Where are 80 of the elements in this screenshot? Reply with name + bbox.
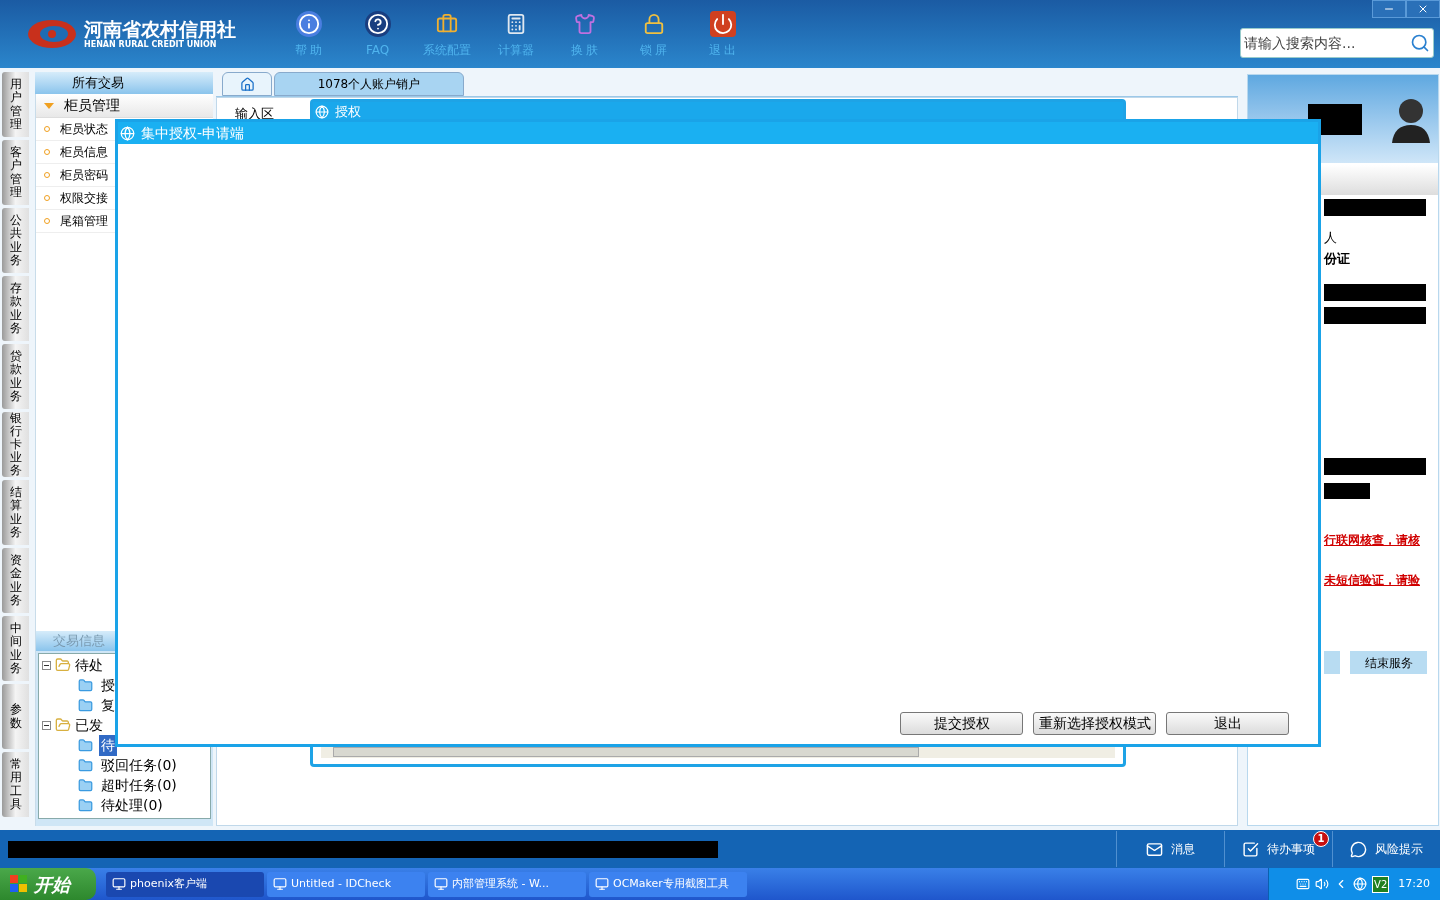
info-icon: [295, 11, 322, 37]
side-tab[interactable]: 资金业务: [2, 548, 29, 613]
side-tab[interactable]: 结算业务: [2, 480, 29, 545]
folder-icon: [78, 677, 93, 693]
collapse-icon[interactable]: [42, 720, 51, 730]
dialog-title: 集中授权-申请端: [141, 123, 245, 143]
power-icon: [709, 11, 736, 37]
search-field[interactable]: 请输入搜索内容...: [1240, 28, 1434, 58]
folder-icon: [78, 797, 93, 813]
page-tab[interactable]: 1078个人账户销户: [274, 72, 464, 96]
folder-icon: [78, 697, 93, 713]
tree-item[interactable]: 待处理(0): [99, 794, 165, 816]
tree-item[interactable]: 驳回任务(0): [99, 754, 179, 776]
end-service-button[interactable]: 结束服务: [1350, 651, 1427, 674]
trade-info-title: 交易信息: [53, 632, 105, 651]
app-icon: [120, 125, 135, 141]
customer-type: 人: [1324, 229, 1338, 247]
warning-link[interactable]: 未短信验证，请验: [1324, 571, 1438, 589]
close-icon: [1417, 3, 1429, 15]
mail-icon: [1146, 840, 1163, 858]
tree-item[interactable]: 待处: [75, 654, 103, 676]
window-icon: [112, 877, 126, 891]
dialog-button[interactable]: 提交授权: [900, 712, 1023, 735]
side-tab[interactable]: 存款业务: [2, 276, 29, 341]
side-tab[interactable]: 贷款业务: [2, 344, 29, 409]
windows-logo-icon: [10, 875, 28, 893]
folder-icon: [55, 657, 71, 673]
dialog-button[interactable]: 退出: [1166, 712, 1289, 735]
taskbar-button[interactable]: Untitled - IDCheck: [267, 871, 425, 897]
tree-item[interactable]: 授: [99, 674, 117, 696]
folder-icon: [78, 777, 93, 793]
dialog-button[interactable]: 重新选择授权模式: [1033, 712, 1156, 735]
id-type: 份证: [1324, 250, 1351, 268]
minimize-button[interactable]: [1372, 0, 1406, 18]
warning-link[interactable]: 行联网核查，请核: [1324, 531, 1438, 549]
window-title: 授权: [335, 103, 361, 122]
side-tab[interactable]: 用户管理: [2, 72, 29, 137]
notification-badge: 1: [1313, 831, 1329, 847]
tray-badge[interactable]: V2: [1372, 875, 1390, 893]
side-tab[interactable]: 客户管理: [2, 140, 29, 205]
logo-icon: [26, 17, 78, 51]
taskbar-button[interactable]: OCMaker专用截图工具: [589, 871, 747, 897]
folder-icon: [78, 737, 93, 753]
logo-subtitle: HENAN RURAL CREDIT UNION: [84, 40, 218, 50]
group-header[interactable]: 柜员管理: [36, 94, 213, 118]
status-button[interactable]: 风险提示: [1332, 831, 1440, 867]
taskbar-button[interactable]: phoenix客户端: [106, 871, 264, 897]
start-button[interactable]: 开始: [0, 868, 96, 900]
side-tab[interactable]: 常用工具: [2, 752, 29, 817]
window-icon: [434, 877, 448, 891]
logo-title: 河南省农村信用社: [84, 18, 236, 40]
folder-icon: [78, 757, 93, 773]
home-icon: [239, 76, 255, 92]
status-button[interactable]: 待办事项 1: [1224, 831, 1332, 867]
window-icon: [595, 877, 609, 891]
home-tab[interactable]: [222, 72, 272, 96]
tree-item[interactable]: 复: [99, 694, 117, 716]
side-tab[interactable]: 公共业务: [2, 208, 29, 273]
network-icon: [1353, 877, 1368, 891]
clock: 17:20: [1398, 875, 1430, 892]
speech-bubble-icon: [1350, 840, 1367, 858]
triangle-icon: [44, 102, 54, 109]
side-tab[interactable]: 参数: [2, 684, 29, 749]
tree-item[interactable]: 超时任务(0): [99, 774, 179, 796]
sidebar-title: 所有交易: [72, 74, 124, 93]
folder-icon: [55, 717, 71, 733]
collapse-icon[interactable]: [42, 660, 51, 670]
taskbar-button[interactable]: 内部管理系统 - W...: [428, 871, 586, 897]
side-tab[interactable]: 中间业务: [2, 616, 29, 681]
tree-item[interactable]: 已发: [75, 714, 103, 736]
status-button[interactable]: 消息: [1116, 831, 1224, 867]
speaker-icon: [1315, 877, 1330, 891]
redacted-block: [1324, 483, 1370, 499]
checkbox-icon: [1242, 840, 1259, 858]
window-icon: [273, 877, 287, 891]
tree-item[interactable]: 待: [99, 734, 117, 756]
side-tab[interactable]: 银行卡业务: [2, 412, 29, 477]
keyboard-icon: [1296, 877, 1311, 891]
search-icon[interactable]: [1410, 33, 1430, 53]
question-icon: [364, 11, 391, 37]
